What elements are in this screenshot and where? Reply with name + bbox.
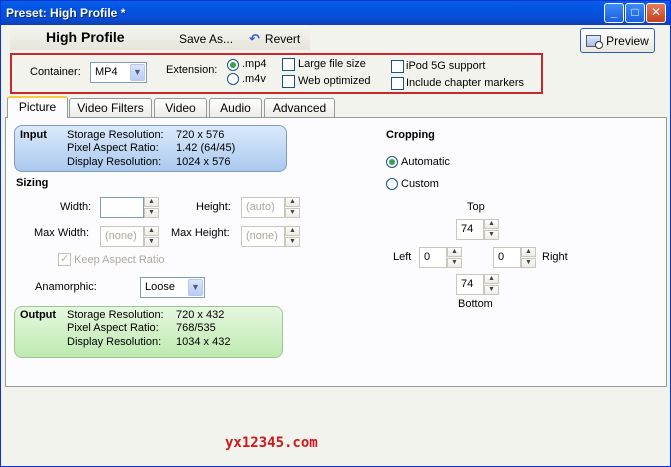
bottom-area [5,387,667,464]
crop-custom-label: Custom [401,178,439,190]
chevron-down-icon: ▼ [188,279,203,296]
down-arrow-icon[interactable]: ▼ [285,237,300,247]
crop-left-input[interactable]: 0 [419,247,447,268]
revert-button[interactable]: ↶ Revert [249,31,300,47]
up-arrow-icon[interactable]: ▲ [484,219,499,229]
output-par-label: Pixel Aspect Ratio: [67,322,159,334]
output-title: Output [20,309,57,321]
preview-icon [586,34,604,49]
minimize-icon[interactable]: _ [604,3,624,23]
width-input[interactable] [100,197,144,218]
output-storage-value: 720 x 432 [176,309,225,321]
tab-audio[interactable]: Audio [209,98,262,117]
max-width-label: Max Width: [34,227,90,239]
save-as-button[interactable]: Save As... [179,32,233,46]
crop-bottom-label: Bottom [458,298,493,310]
web-optimized-checkbox[interactable] [282,75,295,88]
crop-custom-radio[interactable] [386,178,398,190]
anamorphic-select[interactable]: Loose ▼ [140,277,205,298]
down-arrow-icon[interactable]: ▼ [447,258,462,268]
input-display-label: Display Resolution: [67,156,162,168]
height-label: Height: [196,201,231,213]
output-display-value: 1034 x 432 [176,336,231,348]
preset-window: Preset: High Profile * _ □ ✕ High Profil… [0,0,671,467]
output-display-label: Display Resolution: [67,336,162,348]
tab-advanced[interactable]: Advanced [264,98,335,117]
chapter-markers-checkbox[interactable] [391,77,404,90]
height-input[interactable]: (auto) [241,197,285,218]
up-arrow-icon[interactable]: ▲ [484,274,499,284]
ext-m4v-label: .m4v [242,73,266,85]
down-arrow-icon[interactable]: ▼ [144,208,159,218]
watermark-text: yx12345.com [225,435,318,451]
keep-aspect-label: Keep Aspect Ratio [74,254,165,266]
up-arrow-icon[interactable]: ▲ [447,247,462,257]
down-arrow-icon[interactable]: ▼ [484,230,499,240]
max-height-label: Max Height: [171,227,230,239]
tab-video[interactable]: Video [154,98,207,117]
chapter-markers-label: Include chapter markers [406,77,524,89]
ipod-checkbox[interactable] [391,60,404,73]
sizing-title: Sizing [16,177,49,189]
ext-mp4-label: .mp4 [242,58,267,70]
anamorphic-label: Anamorphic: [35,281,97,293]
crop-right-input[interactable]: 0 [493,247,521,268]
max-width-input[interactable]: (none) [100,226,144,247]
close-icon[interactable]: ✕ [646,3,666,23]
input-title: Input [20,129,47,141]
container-select[interactable]: MP4 ▼ [90,62,147,83]
down-arrow-icon[interactable]: ▼ [484,285,499,295]
up-arrow-icon[interactable]: ▲ [521,247,536,257]
input-display-value: 1024 x 576 [176,156,231,168]
undo-icon: ↶ [249,31,260,46]
extension-label: Extension: [166,64,218,76]
web-optimized-label: Web optimized [298,75,371,87]
large-file-checkbox[interactable] [282,58,295,71]
preview-button[interactable]: Preview [580,28,655,53]
crop-top-label: Top [467,201,485,213]
cropping-title: Cropping [386,129,435,141]
container-label: Container: [30,66,81,78]
down-arrow-icon[interactable]: ▼ [285,208,300,218]
max-height-input[interactable]: (none) [241,226,285,247]
tab-picture[interactable]: Picture [7,96,68,118]
crop-left-label: Left [393,251,412,263]
chevron-down-icon: ▼ [130,64,145,81]
ext-m4v-radio[interactable] [227,73,239,85]
up-arrow-icon[interactable]: ▲ [285,226,300,236]
title-bar: Preset: High Profile * [1,1,670,25]
ext-mp4-radio[interactable] [227,59,239,71]
down-arrow-icon[interactable]: ▼ [521,258,536,268]
crop-bottom-input[interactable]: 74 [456,274,484,295]
container-value: MP4 [95,66,118,78]
width-label: Width: [60,201,92,213]
input-par-label: Pixel Aspect Ratio: [67,142,159,154]
tab-video-filters[interactable]: Video Filters [69,98,152,117]
output-storage-label: Storage Resolution: [67,309,164,321]
crop-top-input[interactable]: 74 [456,219,484,240]
crop-right-label: Right [542,251,568,263]
crop-automatic-label: Automatic [401,156,450,168]
anamorphic-value: Loose [145,281,175,293]
preview-label: Preview [606,33,649,48]
down-arrow-icon[interactable]: ▼ [144,237,159,247]
input-par-value: 1.42 (64/45) [176,142,236,154]
keep-aspect-checkbox[interactable] [58,252,71,266]
up-arrow-icon[interactable]: ▲ [144,226,159,236]
maximize-icon[interactable]: □ [625,3,645,23]
crop-automatic-radio[interactable] [386,156,398,168]
large-file-label: Large file size [298,58,366,70]
output-par-value: 768/535 [176,322,216,334]
revert-label: Revert [264,32,301,46]
window-title: Preset: High Profile * [6,6,126,20]
ipod-label: iPod 5G support [406,60,486,72]
input-storage-value: 720 x 576 [176,129,225,141]
up-arrow-icon[interactable]: ▲ [144,197,159,207]
up-arrow-icon[interactable]: ▲ [285,197,300,207]
input-storage-label: Storage Resolution: [67,129,164,141]
